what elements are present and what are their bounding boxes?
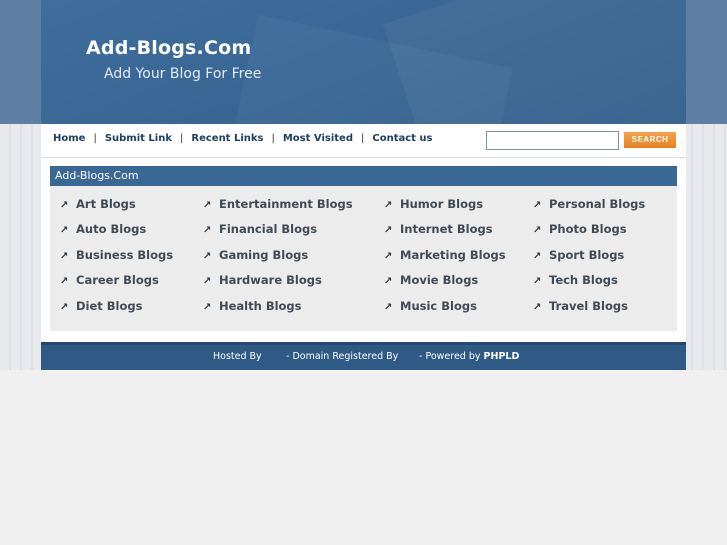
- category-label: Sport Blogs: [549, 248, 625, 262]
- category-humor-blogs[interactable]: ↗ Humor Blogs: [384, 197, 483, 211]
- nav-home[interactable]: Home: [53, 133, 85, 144]
- site-title[interactable]: Add-Blogs.Com: [86, 37, 251, 59]
- nav-most-visited[interactable]: Most Visited: [283, 133, 353, 144]
- category-tech-blogs[interactable]: ↗ Tech Blogs: [533, 273, 618, 287]
- category-career-blogs[interactable]: ↗ Career Blogs: [60, 273, 159, 287]
- category-hardware-blogs[interactable]: ↗ Hardware Blogs: [203, 273, 322, 287]
- category-health-blogs[interactable]: ↗ Health Blogs: [203, 299, 302, 313]
- footer-powered-prefix: - Powered by: [419, 351, 481, 362]
- nav-separator: |: [361, 133, 365, 144]
- nav-separator: |: [93, 133, 97, 144]
- category-gaming-blogs[interactable]: ↗ Gaming Blogs: [203, 248, 308, 262]
- arrow-up-right-icon: ↗: [60, 251, 69, 262]
- category-label: Business Blogs: [76, 248, 174, 262]
- main-content: Add-Blogs.Com ↗ Art Blogs ↗ Entertainment …: [41, 158, 686, 342]
- arrow-up-right-icon: ↗: [533, 225, 542, 236]
- category-marketing-blogs[interactable]: ↗ Marketing Blogs: [384, 248, 506, 262]
- category-diet-blogs[interactable]: ↗ Diet Blogs: [60, 299, 142, 313]
- arrow-up-right-icon: ↗: [203, 251, 212, 262]
- arrow-up-right-icon: ↗: [533, 302, 542, 313]
- category-label: Internet Blogs: [400, 222, 493, 236]
- category-label: Music Blogs: [400, 299, 477, 313]
- search-button[interactable]: SEARCH: [624, 132, 676, 148]
- search-input[interactable]: [486, 131, 619, 150]
- category-box-title: Add-Blogs.Com: [50, 166, 677, 186]
- category-label: Art Blogs: [76, 197, 136, 211]
- site-slogan: Add Your Blog For Free: [104, 66, 262, 82]
- category-entertainment-blogs[interactable]: ↗ Entertainment Blogs: [203, 197, 353, 211]
- arrow-up-right-icon: ↗: [60, 276, 69, 287]
- category-label: Photo Blogs: [549, 222, 627, 236]
- category-financial-blogs[interactable]: ↗ Financial Blogs: [203, 222, 317, 236]
- arrow-up-right-icon: ↗: [533, 251, 542, 262]
- arrow-up-right-icon: ↗: [384, 200, 393, 211]
- category-auto-blogs[interactable]: ↗ Auto Blogs: [60, 222, 146, 236]
- category-label: Tech Blogs: [549, 273, 618, 287]
- footer-domain-registered: - Domain Registered By: [286, 351, 399, 362]
- category-movie-blogs[interactable]: ↗ Movie Blogs: [384, 273, 478, 287]
- nav-recent-links[interactable]: Recent Links: [191, 133, 263, 144]
- arrow-up-right-icon: ↗: [384, 302, 393, 313]
- arrow-up-right-icon: ↗: [533, 200, 542, 211]
- arrow-up-right-icon: ↗: [203, 225, 212, 236]
- category-label: Entertainment Blogs: [219, 197, 353, 211]
- category-label: Travel Blogs: [549, 299, 628, 313]
- arrow-up-right-icon: ↗: [203, 276, 212, 287]
- nav-links: Home | Submit Link | Recent Links | Most Visit…: [53, 133, 433, 144]
- category-label: Personal Blogs: [549, 197, 646, 211]
- category-internet-blogs[interactable]: ↗ Internet Blogs: [384, 222, 493, 236]
- category-sport-blogs[interactable]: ↗ Sport Blogs: [533, 248, 624, 262]
- category-label: Gaming Blogs: [219, 248, 309, 262]
- category-music-blogs[interactable]: ↗ Music Blogs: [384, 299, 477, 313]
- category-label: Career Blogs: [76, 273, 159, 287]
- arrow-up-right-icon: ↗: [384, 276, 393, 287]
- footer-powered-by: - Powered by PHPLD: [419, 345, 519, 369]
- category-art-blogs[interactable]: ↗ Art Blogs: [60, 197, 136, 211]
- navigation-bar: Home | Submit Link | Recent Links | Most Visit…: [41, 124, 686, 158]
- category-label: Humor Blogs: [400, 197, 484, 211]
- category-label: Hardware Blogs: [219, 273, 322, 287]
- nav-separator: |: [271, 133, 275, 144]
- category-photo-blogs[interactable]: ↗ Photo Blogs: [533, 222, 627, 236]
- footer-hosted-by: Hosted By: [213, 351, 262, 362]
- arrow-up-right-icon: ↗: [60, 225, 69, 236]
- arrow-up-right-icon: ↗: [533, 276, 542, 287]
- footer-phpld-link[interactable]: PHPLD: [484, 351, 520, 362]
- category-label: Financial Blogs: [219, 222, 318, 236]
- arrow-up-right-icon: ↗: [203, 200, 212, 211]
- category-label: Marketing Blogs: [400, 248, 506, 262]
- category-travel-blogs[interactable]: ↗ Travel Blogs: [533, 299, 628, 313]
- nav-contact-us[interactable]: Contact us: [372, 133, 432, 144]
- site-header: Add-Blogs.Com Add Your Blog For Free: [41, 0, 686, 124]
- page-wrapper: Add-Blogs.Com Add Your Blog For Free Hom…: [41, 0, 686, 370]
- arrow-up-right-icon: ↗: [384, 251, 393, 262]
- arrow-up-right-icon: ↗: [60, 200, 69, 211]
- nav-submit-link[interactable]: Submit Link: [105, 133, 172, 144]
- category-label: Health Blogs: [219, 299, 302, 313]
- nav-separator: |: [180, 133, 184, 144]
- category-label: Diet Blogs: [76, 299, 143, 313]
- arrow-up-right-icon: ↗: [60, 302, 69, 313]
- category-personal-blogs[interactable]: ↗ Personal Blogs: [533, 197, 645, 211]
- category-label: Auto Blogs: [76, 222, 147, 236]
- arrow-up-right-icon: ↗: [203, 302, 212, 313]
- category-label: Movie Blogs: [400, 273, 479, 287]
- category-box: Add-Blogs.Com ↗ Art Blogs ↗ Entertainment …: [50, 166, 677, 331]
- site-footer: Hosted By - Domain Registered By - Power…: [41, 342, 686, 370]
- arrow-up-right-icon: ↗: [384, 225, 393, 236]
- category-business-blogs[interactable]: ↗ Business Blogs: [60, 248, 173, 262]
